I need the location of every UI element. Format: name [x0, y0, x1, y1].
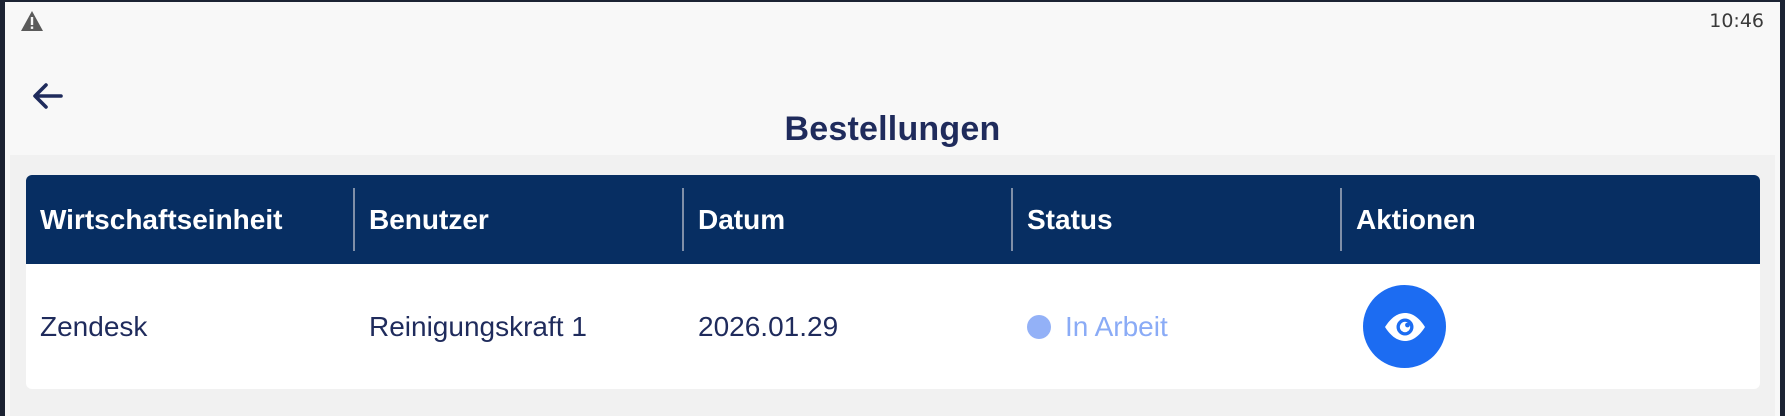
status-label: In Arbeit: [1065, 310, 1168, 342]
cell-status: In Arbeit: [1013, 264, 1342, 389]
page-title: Bestellungen: [784, 110, 1001, 148]
column-header-status[interactable]: Status: [1013, 175, 1342, 264]
cell-aktionen: [1342, 264, 1760, 389]
cell-benutzer: Reinigungskraft 1: [369, 310, 587, 342]
column-header-wirtschaftseinheit[interactable]: Wirtschaftseinheit: [26, 175, 355, 264]
eye-icon: [1384, 312, 1425, 341]
view-order-button[interactable]: [1363, 285, 1446, 368]
status-bar: 10:46: [5, 2, 1780, 36]
warning-icon: [20, 10, 44, 32]
column-header-benutzer[interactable]: Benutzer: [355, 175, 684, 264]
status-dot: [1027, 314, 1051, 339]
column-header-aktionen: Aktionen: [1356, 203, 1476, 235]
cell-datum: 2026.01.29: [698, 310, 839, 342]
cell-wirtschaftseinheit: Zendesk: [40, 310, 148, 342]
orders-table: Wirtschaftseinheit Benutzer Datum Status…: [26, 175, 1760, 389]
table-row[interactable]: Zendesk Reinigungskraft 1 2026.01.29 In …: [26, 264, 1760, 389]
status-time: 10:46: [1709, 10, 1764, 32]
app-screen: 10:46 Bestellungen Wirtschaftseinheit Be…: [5, 2, 1780, 416]
column-header-datum[interactable]: Datum: [684, 175, 1013, 264]
table-header: Wirtschaftseinheit Benutzer Datum Status…: [26, 175, 1760, 264]
